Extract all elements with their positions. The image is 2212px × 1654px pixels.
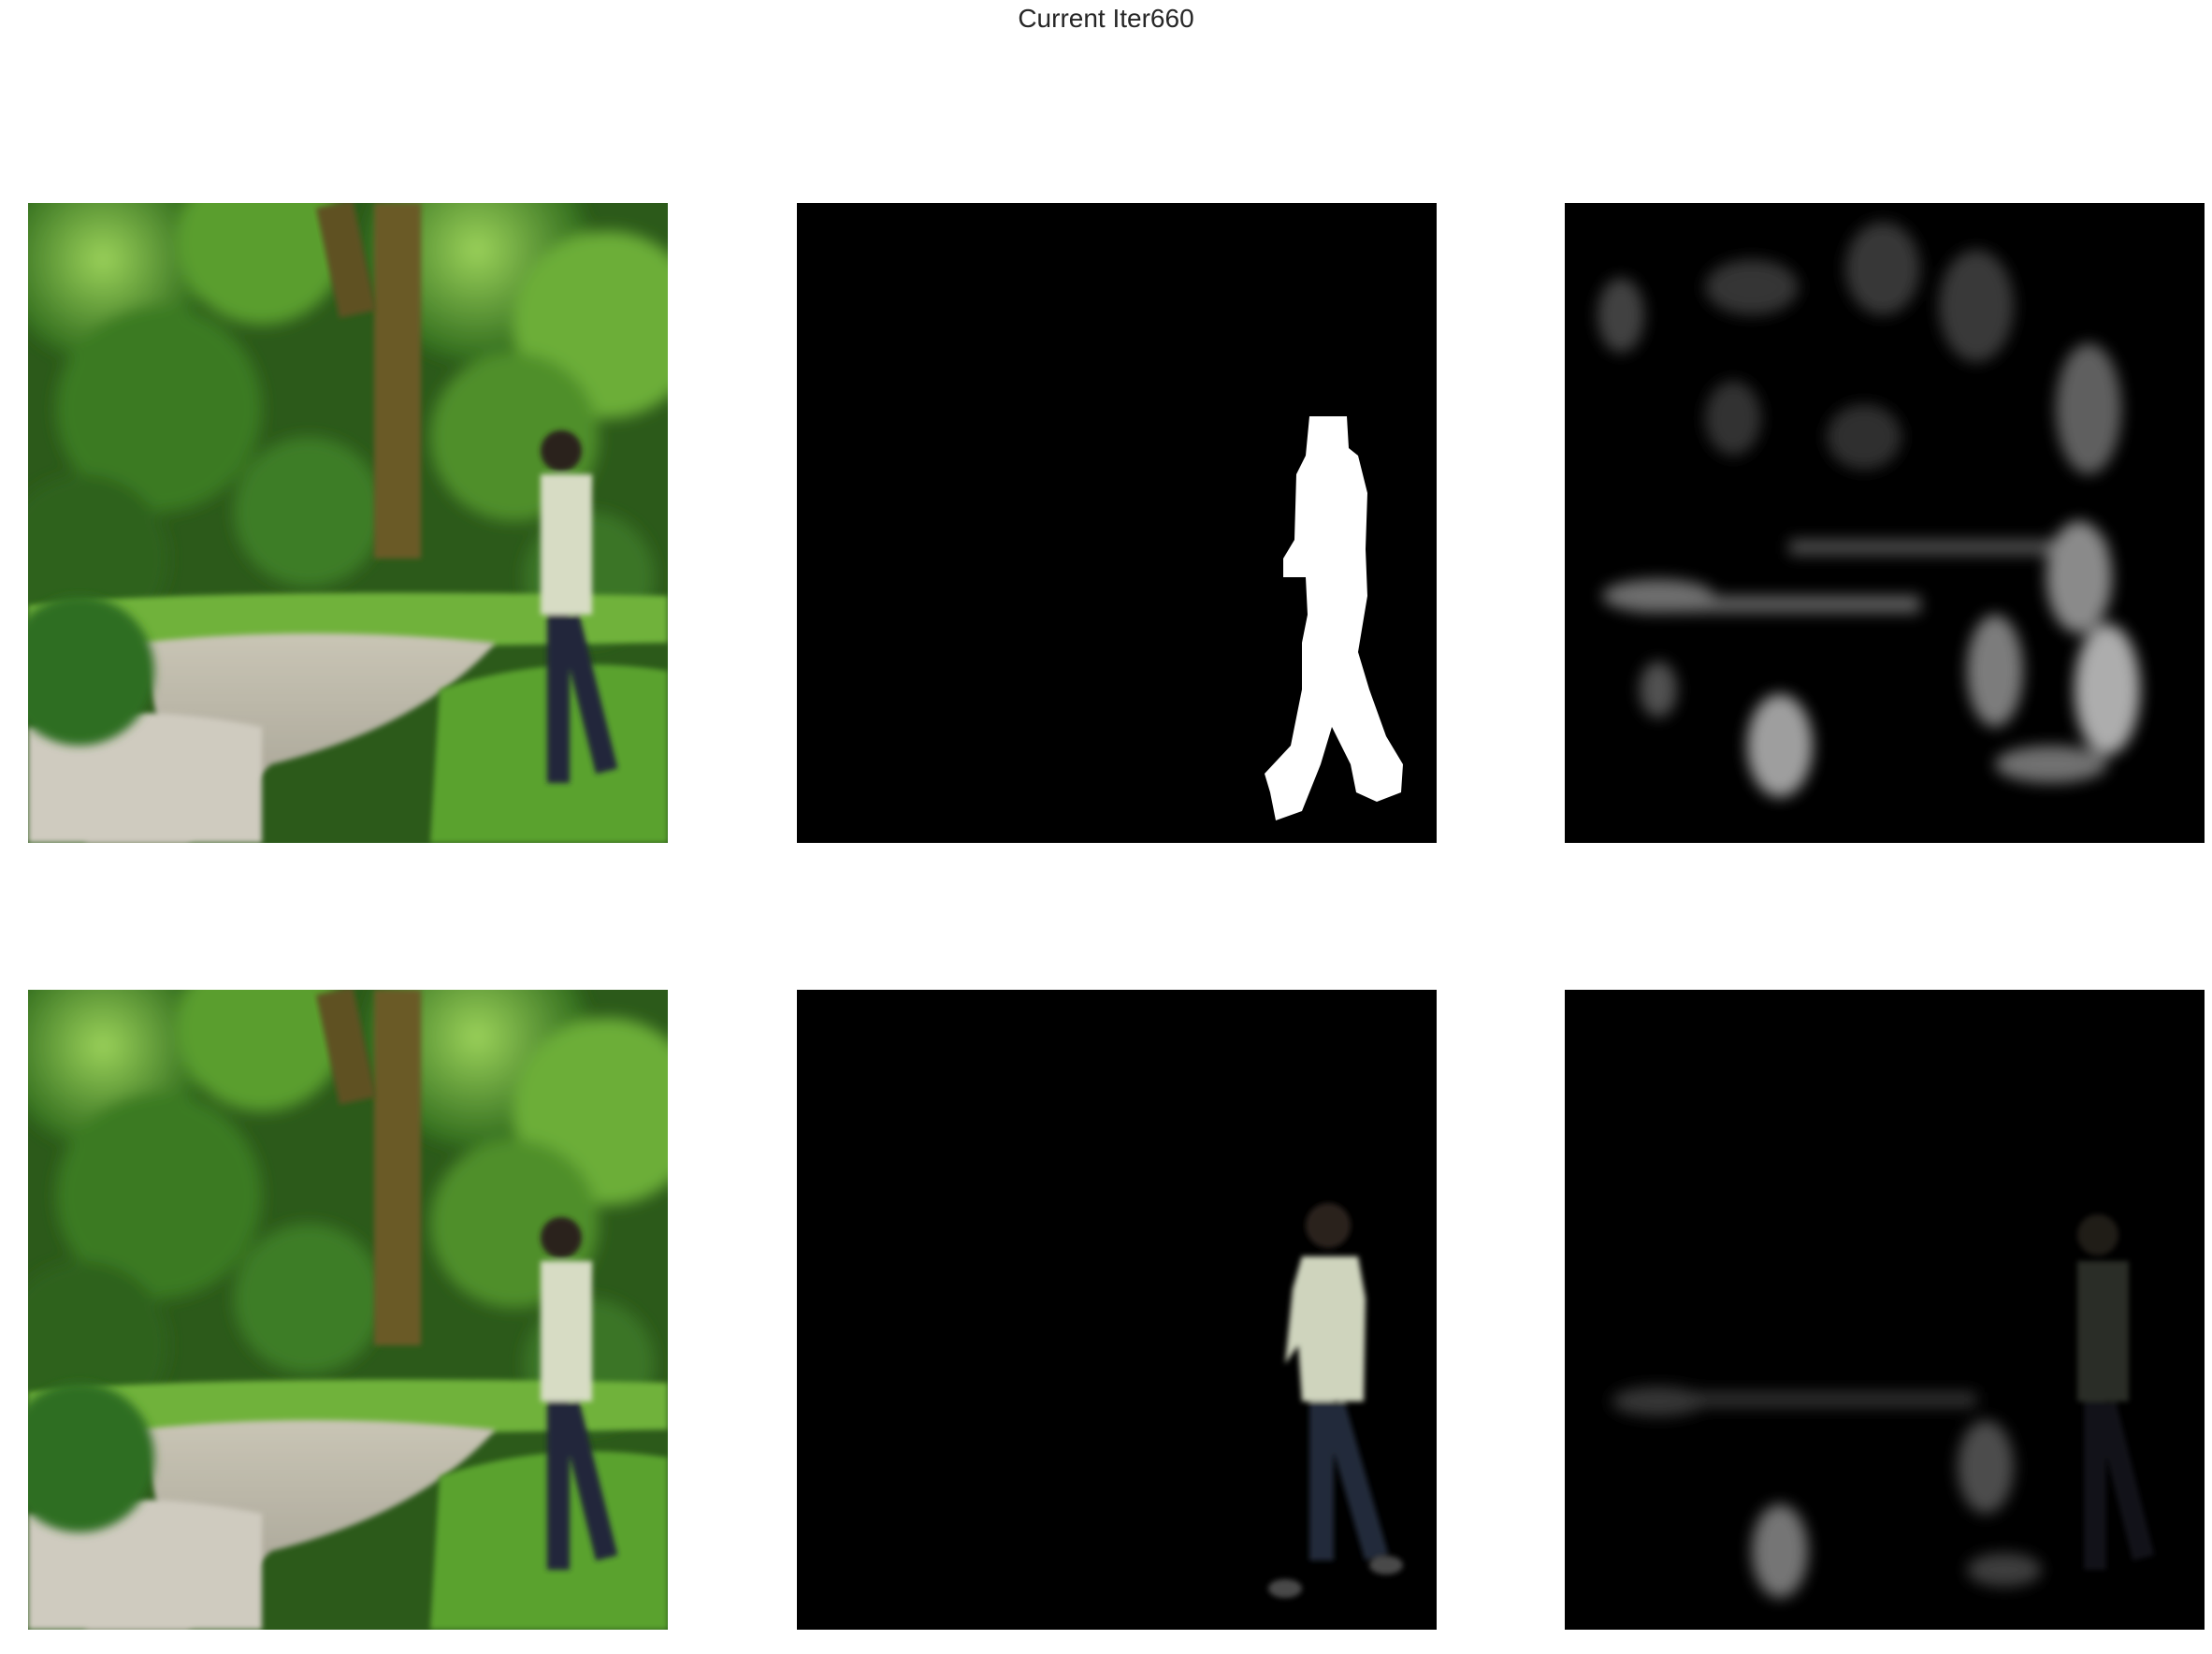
figure-title: Current Iter660 bbox=[1018, 4, 1194, 33]
masked-person bbox=[797, 990, 1437, 1630]
park-photo bbox=[28, 203, 668, 843]
park-photo bbox=[28, 990, 668, 1630]
blended-map bbox=[1565, 990, 2205, 1630]
saliency-map bbox=[1565, 203, 2205, 843]
masked-photo-panel bbox=[797, 990, 1437, 1630]
photo-panel-top bbox=[28, 203, 668, 843]
blended-saliency-panel bbox=[1565, 990, 2205, 1630]
photo-panel-bottom bbox=[28, 990, 668, 1630]
saliency-panel bbox=[1565, 203, 2205, 843]
person-mask bbox=[797, 203, 1437, 843]
mask-panel bbox=[797, 203, 1437, 843]
